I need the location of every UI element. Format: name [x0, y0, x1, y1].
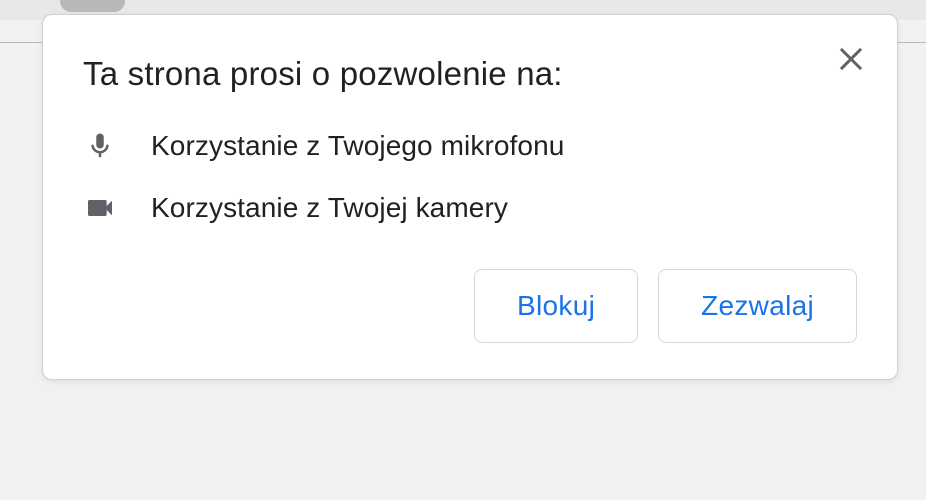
block-button[interactable]: Blokuj	[474, 269, 638, 343]
permission-microphone-label: Korzystanie z Twojego mikrofonu	[151, 130, 564, 162]
camera-icon	[83, 191, 117, 225]
tab-indicator	[60, 0, 125, 12]
permission-microphone-row: Korzystanie z Twojego mikrofonu	[83, 129, 857, 163]
permission-camera-label: Korzystanie z Twojej kamery	[151, 192, 508, 224]
permission-dialog: Ta strona prosi o pozwolenie na: Korzyst…	[42, 14, 898, 380]
permission-camera-row: Korzystanie z Twojej kamery	[83, 191, 857, 225]
dialog-button-row: Blokuj Zezwalaj	[83, 269, 857, 343]
close-icon	[839, 47, 863, 71]
microphone-icon	[83, 129, 117, 163]
dialog-title: Ta strona prosi o pozwolenie na:	[83, 55, 857, 93]
allow-button[interactable]: Zezwalaj	[658, 269, 857, 343]
close-button[interactable]	[835, 43, 867, 75]
